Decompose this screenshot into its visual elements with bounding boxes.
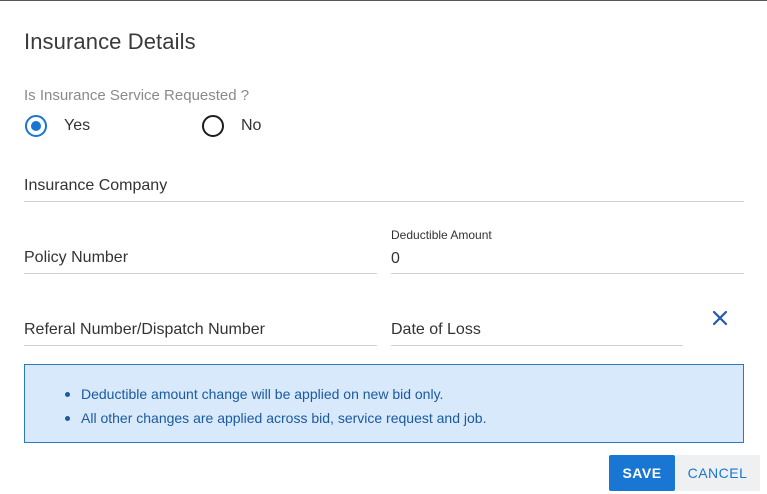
date-of-loss-input[interactable]	[391, 321, 683, 339]
dialog-title: Insurance Details	[24, 29, 196, 54]
info-item-deductible: Deductible amount change will be applied…	[65, 382, 743, 406]
deductible-amount-input[interactable]	[391, 250, 744, 268]
close-icon	[712, 310, 728, 326]
insurance-details-dialog: Insurance Details Is Insurance Service R…	[0, 0, 767, 494]
policy-number-input[interactable]	[24, 249, 377, 267]
info-notice: Deductible amount change will be applied…	[24, 364, 744, 443]
deductible-amount-label: Deductible Amount	[391, 228, 492, 242]
cancel-button[interactable]: CANCEL	[675, 455, 760, 491]
insurance-company-field	[24, 177, 744, 202]
insurance-requested-question: Is Insurance Service Requested ?	[24, 87, 250, 104]
info-list: Deductible amount change will be applied…	[65, 382, 743, 430]
save-button[interactable]: SAVE	[609, 455, 675, 491]
insurance-company-input[interactable]	[24, 177, 744, 195]
referal-number-field	[24, 321, 377, 346]
referal-number-input[interactable]	[24, 321, 377, 339]
radio-no-label: No	[241, 117, 262, 134]
radio-no[interactable]: No	[202, 115, 261, 137]
info-item-other-changes: All other changes are applied across bid…	[65, 406, 743, 430]
date-of-loss-field	[391, 321, 683, 346]
radio-yes-circle[interactable]	[25, 115, 47, 137]
clear-date-button[interactable]	[709, 307, 731, 329]
radio-yes-label: Yes	[64, 117, 91, 134]
radio-no-circle[interactable]	[202, 115, 224, 137]
policy-number-field	[24, 249, 377, 274]
deductible-amount-field: Deductible Amount	[391, 228, 744, 274]
radio-yes[interactable]: Yes	[25, 115, 90, 137]
